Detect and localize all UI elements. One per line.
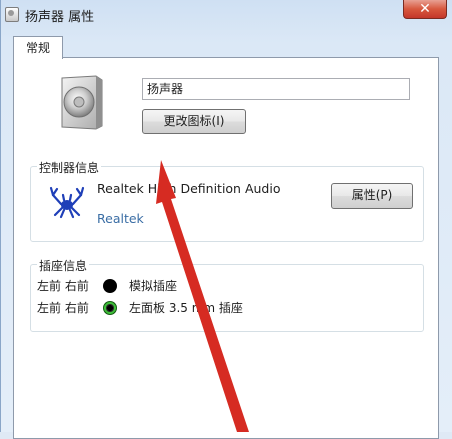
controller-device-name: Realtek High Definition Audio bbox=[97, 181, 281, 196]
realtek-crab-logo-icon bbox=[49, 186, 85, 219]
title-bar[interactable]: 扬声器 属性 ✕ bbox=[1, 0, 452, 30]
jack-info-group: 插座信息 左前 右前 模拟插座 左前 右前 左面板 3.5 mm 插座 bbox=[30, 257, 424, 332]
controller-info-group: 控制器信息 Realtek High Definition Audio Real… bbox=[30, 159, 424, 242]
speaker-properties-window: 扬声器 属性 ✕ 常规 扬声器 更改图标(I) 控制器信息 Realtek Hi… bbox=[0, 0, 452, 439]
general-tab-panel: 扬声器 更改图标(I) 控制器信息 Realtek High Definitio… bbox=[13, 57, 439, 439]
green-jack-dot-icon bbox=[103, 301, 117, 315]
speaker-app-icon bbox=[5, 7, 19, 22]
change-icon-button[interactable]: 更改图标(I) bbox=[142, 109, 246, 134]
tab-general[interactable]: 常规 bbox=[13, 36, 63, 59]
jack-position: 左前 右前 bbox=[37, 301, 89, 315]
speaker-icon bbox=[61, 75, 103, 130]
properties-button[interactable]: 属性(P) bbox=[331, 183, 413, 209]
controller-info-title: 控制器信息 bbox=[37, 159, 102, 176]
jack-info-title: 插座信息 bbox=[37, 257, 90, 274]
vendor-link[interactable]: Realtek bbox=[97, 211, 144, 226]
jack-description: 左面板 3.5 mm 插座 bbox=[129, 301, 243, 315]
close-icon: ✕ bbox=[419, 1, 431, 17]
window-title: 扬声器 属性 bbox=[25, 10, 95, 25]
device-name-field[interactable]: 扬声器 bbox=[142, 78, 410, 100]
jack-position: 左前 右前 bbox=[37, 279, 89, 293]
jack-description: 模拟插座 bbox=[129, 279, 178, 293]
close-button[interactable]: ✕ bbox=[403, 0, 447, 19]
black-jack-dot-icon bbox=[103, 279, 117, 293]
